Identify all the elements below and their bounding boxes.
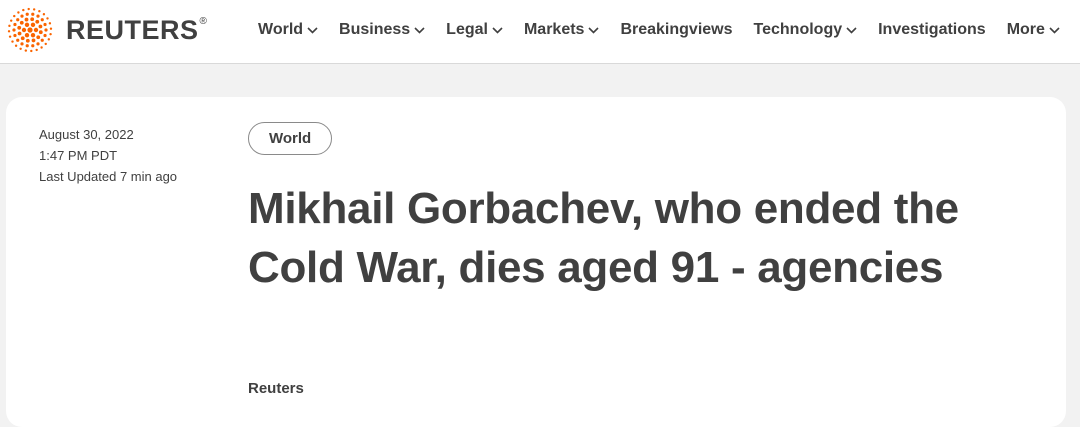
nav-item-markets[interactable]: Markets <box>523 21 600 39</box>
nav-item-world[interactable]: World <box>258 21 318 39</box>
top-navigation-bar: REUTERS ® World Business Legal Markets B… <box>0 0 1080 64</box>
registered-mark: ® <box>199 16 207 27</box>
publish-time: 1:47 PM PDT <box>39 148 118 163</box>
nav-item-technology[interactable]: Technology <box>754 21 858 39</box>
chevron-down-icon <box>1049 27 1060 34</box>
logo-wordmark: REUTERS <box>66 14 199 45</box>
nav-item-business[interactable]: Business <box>339 21 425 39</box>
main-nav: World Business Legal Markets Breakingvie… <box>258 18 1060 42</box>
nav-item-label: Investigations <box>878 21 986 38</box>
reuters-dot-logo-icon <box>7 7 53 53</box>
publish-date: August 30, 2022 <box>39 127 134 142</box>
article-headline: Mikhail Gorbachev, who ended the Cold Wa… <box>248 184 959 292</box>
section-tag-world[interactable]: World <box>248 122 333 155</box>
chevron-down-icon <box>414 27 425 34</box>
nav-item-investigations[interactable]: Investigations <box>878 21 986 39</box>
chevron-down-icon <box>846 27 857 34</box>
article-meta: August 30, 2022 1:47 PM PDT Last Updated… <box>39 124 209 187</box>
article-byline[interactable]: Reuters <box>248 380 304 397</box>
chevron-down-icon <box>492 27 503 34</box>
nav-item-more[interactable]: More <box>1007 21 1060 39</box>
nav-item-label: Business <box>339 21 411 38</box>
nav-item-label: Breakingviews <box>620 21 733 38</box>
nav-item-label: Technology <box>753 21 843 38</box>
chevron-down-icon <box>307 27 318 34</box>
article-card: August 30, 2022 1:47 PM PDT Last Updated… <box>6 97 1066 427</box>
nav-item-label: Legal <box>446 21 488 38</box>
nav-item-label: More <box>1006 21 1045 38</box>
chevron-down-icon <box>588 27 600 34</box>
nav-item-label: Markets <box>523 21 585 38</box>
nav-item-label: World <box>258 21 304 38</box>
last-updated: Last Updated 7 min ago <box>39 169 178 184</box>
nav-item-breakingviews[interactable]: Breakingviews <box>620 21 732 39</box>
reuters-logo[interactable]: REUTERS ® <box>6 6 207 54</box>
nav-item-legal[interactable]: Legal <box>446 21 503 39</box>
